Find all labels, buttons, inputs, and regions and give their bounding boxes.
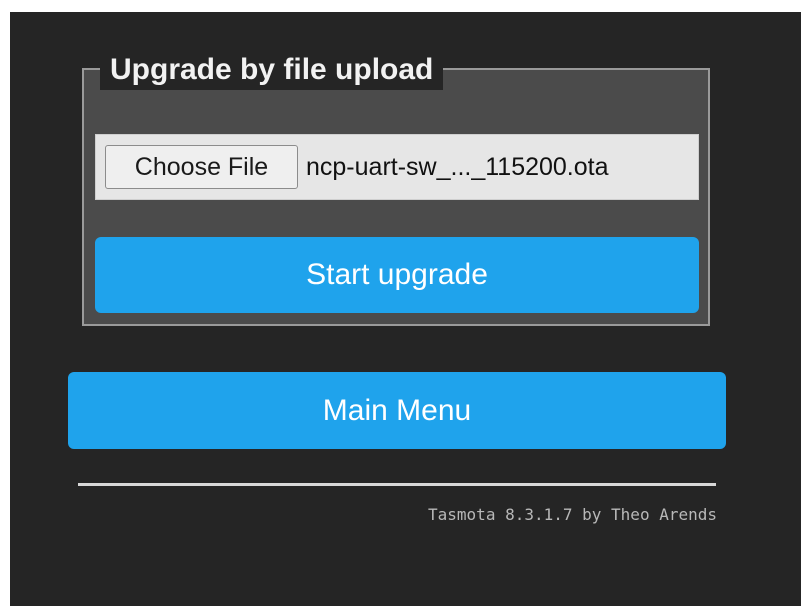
divider xyxy=(78,483,716,486)
fieldset-legend: Upgrade by file upload xyxy=(100,50,444,90)
footer-version: Tasmota 8.3.1.7 by Theo Arends xyxy=(428,505,717,524)
selected-file-name: ncp-uart-sw_..._115200.ota xyxy=(306,153,609,181)
start-upgrade-button[interactable]: Start upgrade xyxy=(95,237,699,313)
main-menu-button[interactable]: Main Menu xyxy=(68,372,726,449)
choose-file-button[interactable]: Choose File xyxy=(105,145,298,189)
